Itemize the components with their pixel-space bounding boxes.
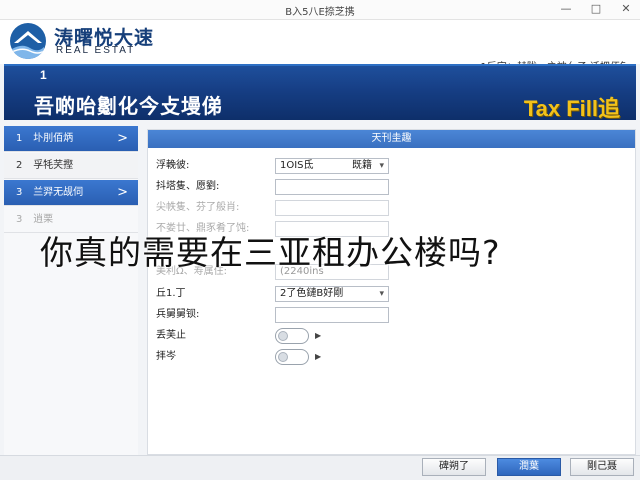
select-field-1[interactable]: 1OIS氐 既籍 ▾	[275, 158, 389, 174]
text-field-7[interactable]	[275, 307, 389, 323]
toggle-knob	[278, 352, 288, 362]
play-arrow-icon[interactable]: ▶	[315, 328, 321, 344]
form-panel: 天刊圭趣 浮輓彼: 1OIS氐 既籍 ▾ 抖塔隻、愿劉: 尖帙隻、芬了般肖: 不…	[147, 129, 636, 455]
form-label: 丢芙止	[156, 330, 186, 341]
sidebar-item-number: 3	[16, 214, 23, 225]
window-titlebar: B入5八E捺芝携 — □ ✕	[0, 0, 640, 20]
select-value: 1OIS氐	[280, 160, 314, 171]
close-button[interactable]: ✕	[618, 1, 634, 17]
next-button[interactable]: 潤葉	[497, 458, 561, 476]
toggle-switch-2[interactable]	[275, 349, 309, 365]
window-controls: — □ ✕	[558, 1, 634, 17]
overlay-caption: 你真的需要在三亚租办公楼吗?	[40, 233, 501, 272]
sidebar-item-label: 逍栗	[33, 214, 54, 225]
sidebar-item-label: 兰羿无觇伺	[33, 187, 84, 198]
step-number: 1	[40, 68, 47, 82]
chevron-down-icon: ▾	[379, 161, 384, 171]
text-field-2[interactable]	[275, 179, 389, 195]
chevron-down-icon: ▾	[379, 289, 384, 299]
brand-label: Tax Fill追	[523, 96, 620, 121]
form-label: 丘1.丁	[156, 288, 186, 299]
form-label: 浮輓彼:	[156, 160, 190, 171]
app-header: 涛曙悦大速 REAL ESTAT 1后字：赫陇、之神亻子·迁把佰钅	[0, 20, 640, 73]
form-label: 尖帙隻、芬了般肖:	[156, 202, 240, 213]
sidebar-item-1[interactable]: 1 圤刖佰炳 >	[4, 126, 138, 152]
sidebar-item-number: 2	[16, 160, 23, 171]
select-field-6[interactable]: 2了色鏈B好剛 ▾	[275, 286, 389, 302]
chevron-right-icon: >	[117, 131, 128, 146]
form-label: 拝岑	[156, 351, 176, 362]
logo-subtitle: REAL ESTAT	[56, 45, 136, 56]
form-label: 抖塔隻、愿劉:	[156, 181, 220, 192]
back-button[interactable]: 碑朔了	[422, 458, 486, 476]
chevron-right-icon: >	[117, 185, 128, 200]
page-title: 吾啲咍劖化今攴墁俤	[34, 94, 223, 118]
toggle-knob	[278, 331, 288, 341]
maximize-button[interactable]: □	[588, 1, 604, 17]
window-title: B入5八E捺芝携	[285, 7, 355, 18]
play-arrow-icon[interactable]: ▶	[315, 349, 321, 365]
page-banner: 1 吾啲咍劖化今攴墁俤 Tax Fill追	[4, 64, 636, 121]
sidebar-item-number: 3	[16, 187, 23, 198]
sidebar-item-label: 孚牦芺摼	[33, 160, 74, 171]
section-title: 天刊圭趣	[148, 130, 635, 148]
sidebar: 1 圤刖佰炳 > 2 孚牦芺摼 3 兰羿无觇伺 > 3 逍栗	[4, 126, 138, 456]
house-logo-icon	[10, 23, 46, 59]
sidebar-item-number: 1	[16, 133, 23, 144]
text-field-3[interactable]	[275, 200, 389, 216]
sidebar-item-label: 圤刖佰炳	[33, 133, 74, 144]
minimize-button[interactable]: —	[558, 1, 574, 17]
select-option: 既籍	[352, 160, 372, 171]
toggle-switch-1[interactable]	[275, 328, 309, 344]
footer-bar: 碑朔了 潤葉 剛己聂	[0, 455, 640, 480]
select-value: 2了色鏈B好剛	[280, 288, 344, 299]
cancel-button[interactable]: 剛己聂	[570, 458, 634, 476]
form-label: 兵舅舅钡:	[156, 309, 200, 320]
sidebar-item-3[interactable]: 3 兰羿无觇伺 >	[4, 180, 138, 206]
sidebar-item-2[interactable]: 2 孚牦芺摼	[4, 153, 138, 179]
